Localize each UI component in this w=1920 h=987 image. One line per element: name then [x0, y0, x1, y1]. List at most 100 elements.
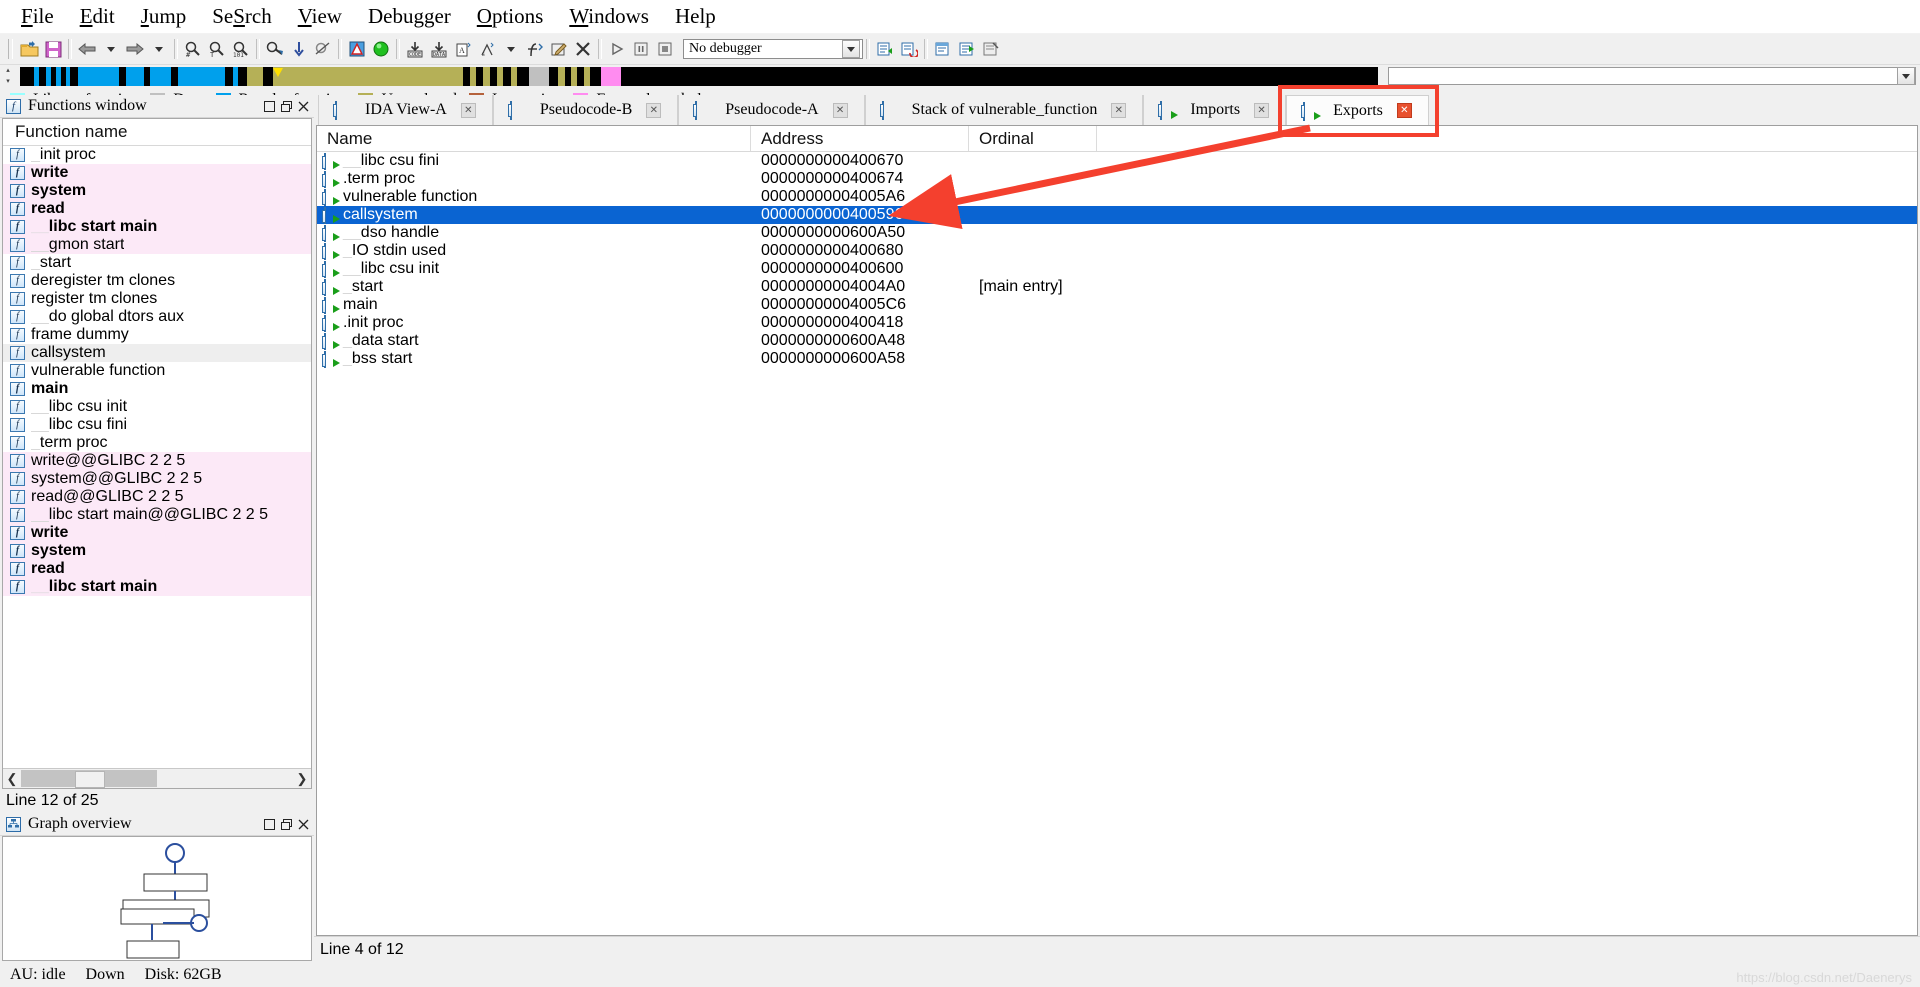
- menu-search[interactable]: SeSrch: [199, 4, 285, 29]
- function-list-item[interactable]: f __libc start main: [3, 218, 311, 236]
- graph-restore-button[interactable]: [261, 816, 278, 832]
- tab-pseudocode-b[interactable]: Pseudocode-B ✕: [492, 95, 679, 125]
- menu-options[interactable]: Options: [464, 4, 557, 29]
- jump-xref-icon[interactable]: [311, 37, 335, 61]
- exports-table-row[interactable]: callsystem 0000000000400596: [317, 206, 1917, 224]
- function-list-item[interactable]: f system@@GLIBC 2 2 5: [3, 470, 311, 488]
- function-list-item[interactable]: f _init proc: [3, 146, 311, 164]
- exports-table-row[interactable]: main 00000000004005C6: [317, 296, 1917, 314]
- tab-imports[interactable]: Imports ✕: [1143, 95, 1287, 125]
- tab-close-icon[interactable]: ✕: [1254, 102, 1270, 118]
- exports-table-row[interactable]: __libc csu fini 0000000000400670: [317, 152, 1917, 170]
- navband-combo-arrow[interactable]: [1897, 67, 1915, 85]
- menu-help[interactable]: Help: [662, 4, 729, 29]
- toolbar-grip[interactable]: [8, 39, 13, 59]
- run-ok-icon[interactable]: [369, 37, 393, 61]
- function-list-item[interactable]: f __gmon start: [3, 236, 311, 254]
- functions-restore-button[interactable]: [261, 98, 278, 114]
- nav-back-icon[interactable]: [75, 37, 99, 61]
- function-list-item[interactable]: f deregister tm clones: [3, 272, 311, 290]
- hscroll-track[interactable]: [21, 770, 293, 788]
- hscroll-thumb[interactable]: [75, 771, 106, 788]
- pause-icon[interactable]: [629, 37, 653, 61]
- run-icon[interactable]: [605, 37, 629, 61]
- function-list-item[interactable]: f register tm clones: [3, 290, 311, 308]
- navband-arrows[interactable]: ▴ ▾: [4, 67, 12, 86]
- tab-pseudocode-a[interactable]: Pseudocode-A ✕: [678, 95, 865, 125]
- tab-close-icon[interactable]: ✕: [832, 102, 848, 118]
- column-header-address[interactable]: Address: [751, 126, 969, 151]
- nav-forward-dropdown-icon[interactable]: [147, 37, 171, 61]
- make-struct-icon[interactable]: s: [475, 37, 499, 61]
- debugger-selector[interactable]: No debugger: [683, 39, 863, 59]
- make-ascii-icon[interactable]: A: [451, 37, 475, 61]
- tab-close-icon[interactable]: ✕: [460, 102, 476, 118]
- function-list-item[interactable]: f _term proc: [3, 434, 311, 452]
- hscroll-left-arrow[interactable]: ❮: [3, 770, 21, 787]
- functions-column-header[interactable]: Function name: [3, 119, 311, 146]
- search-text-icon[interactable]: T: [205, 37, 229, 61]
- warning-icon[interactable]: [345, 37, 369, 61]
- tab-close-icon[interactable]: ✕: [646, 102, 662, 118]
- function-list-item[interactable]: f system: [3, 542, 311, 560]
- analysis-refresh-icon[interactable]: [873, 37, 897, 61]
- jump-down-icon[interactable]: [287, 37, 311, 61]
- imports-window-icon[interactable]: [931, 37, 955, 61]
- jump-to-icon[interactable]: [263, 37, 287, 61]
- exports-table-row[interactable]: vulnerable function 00000000004005A6: [317, 188, 1917, 206]
- exports-table-row[interactable]: _start 00000000004004A0 [main entry]: [317, 278, 1917, 296]
- undefine-icon[interactable]: [571, 37, 595, 61]
- search-hex-icon[interactable]: #: [181, 37, 205, 61]
- menu-jump[interactable]: Jump: [128, 4, 200, 29]
- menu-view[interactable]: View: [285, 4, 355, 29]
- reload-icon[interactable]: [897, 37, 921, 61]
- exports-table-row[interactable]: __libc csu init 0000000000400600: [317, 260, 1917, 278]
- graph-close-button[interactable]: [295, 816, 312, 832]
- exports-window-icon[interactable]: [955, 37, 979, 61]
- function-list-item[interactable]: f __do global dtors aux: [3, 308, 311, 326]
- function-list-item[interactable]: f write: [3, 524, 311, 542]
- tab-close-icon[interactable]: ✕: [1396, 103, 1412, 118]
- exports-table-row[interactable]: .term proc 0000000000400674: [317, 170, 1917, 188]
- make-func-icon[interactable]: [523, 37, 547, 61]
- struct-dropdown-icon[interactable]: [499, 37, 523, 61]
- function-list-item[interactable]: f main: [3, 380, 311, 398]
- functions-hscrollbar[interactable]: ❮ ❯: [3, 768, 311, 788]
- exports-table-row[interactable]: _data start 0000000000600A48: [317, 332, 1917, 350]
- stop-icon[interactable]: [653, 37, 677, 61]
- function-list-item[interactable]: f read: [3, 200, 311, 218]
- menu-windows[interactable]: Windows: [556, 4, 662, 29]
- menu-edit[interactable]: Edit: [67, 4, 128, 29]
- function-list-item[interactable]: f __libc csu fini: [3, 416, 311, 434]
- open-file-icon[interactable]: [17, 37, 41, 61]
- hscroll-right-arrow[interactable]: ❯: [293, 770, 311, 787]
- function-list-item[interactable]: f __libc csu init: [3, 398, 311, 416]
- exports-table-row[interactable]: _IO stdin used 0000000000400680: [317, 242, 1917, 260]
- column-header-name[interactable]: Name: [317, 126, 751, 151]
- function-list-item[interactable]: f write: [3, 164, 311, 182]
- graph-maximize-button[interactable]: [278, 816, 295, 832]
- navband-arrow-down[interactable]: ▾: [6, 78, 10, 86]
- function-list-item[interactable]: f frame dummy: [3, 326, 311, 344]
- make-code-icon[interactable]: CODE: [403, 37, 427, 61]
- save-icon[interactable]: [41, 37, 65, 61]
- tab-ida-view-a[interactable]: IDA View-A ✕: [318, 95, 493, 125]
- tab-stack-of-vulnerable-function[interactable]: Stack of vulnerable_function ✕: [864, 95, 1144, 125]
- nav-forward-icon[interactable]: [123, 37, 147, 61]
- edit-func-icon[interactable]: [547, 37, 571, 61]
- menu-file[interactable]: File: [8, 4, 67, 29]
- navigator-band[interactable]: [20, 66, 1378, 86]
- function-list-item[interactable]: f _start: [3, 254, 311, 272]
- navband-combo[interactable]: [1388, 67, 1916, 85]
- function-list-item[interactable]: f system: [3, 182, 311, 200]
- exports-table-body[interactable]: __libc csu fini 0000000000400670 .term pro…: [317, 152, 1917, 935]
- menu-debugger[interactable]: Debugger: [355, 4, 464, 29]
- make-data-icon[interactable]: DATA: [427, 37, 451, 61]
- functions-list[interactable]: f _init proc f write f system f read f __libc sta…: [3, 146, 311, 768]
- function-list-item[interactable]: f read@@GLIBC 2 2 5: [3, 488, 311, 506]
- functions-maximize-button[interactable]: [278, 98, 295, 114]
- function-list-item[interactable]: f read: [3, 560, 311, 578]
- functions-close-button[interactable]: [295, 98, 312, 114]
- debugger-selector-arrow[interactable]: [842, 40, 860, 58]
- exports-table-row[interactable]: .init proc 0000000000400418: [317, 314, 1917, 332]
